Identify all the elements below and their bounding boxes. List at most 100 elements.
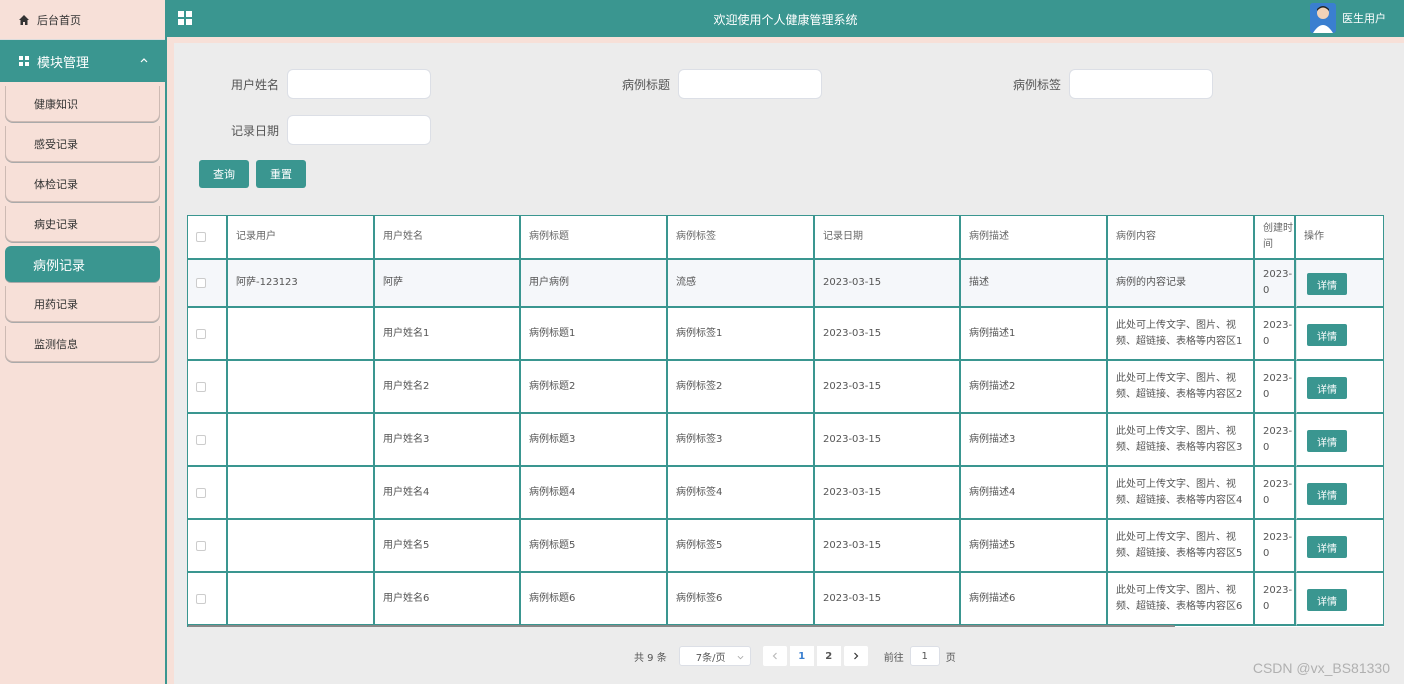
table-cell-name: 用户姓名5 <box>375 520 521 573</box>
table-cell-content: 此处可上传文字、图片、视频、超链接、表格等内容区4 <box>1108 467 1255 520</box>
sidebar-item[interactable]: 用药记录 <box>5 286 160 322</box>
row-checkbox[interactable] <box>196 381 206 392</box>
grid-icon <box>18 55 30 67</box>
row-select-cell <box>188 308 228 361</box>
table-cell-content: 此处可上传文字、图片、视频、超链接、表格等内容区1 <box>1108 308 1255 361</box>
table-cell-name: 用户姓名4 <box>375 467 521 520</box>
cell-text: 阿萨-123123 <box>236 277 298 288</box>
row-checkbox[interactable] <box>196 434 206 445</box>
record-date-input[interactable] <box>287 115 431 145</box>
sidebar-item[interactable]: 体检记录 <box>5 166 160 202</box>
chevron-left-icon <box>772 652 777 660</box>
cell-text: 用户病例 <box>529 277 569 288</box>
row-checkbox[interactable] <box>196 278 206 288</box>
column-header: 操作 <box>1296 216 1384 260</box>
table-cell-desc: 病例描述3 <box>961 414 1108 467</box>
cell-text: 流感 <box>676 277 696 288</box>
row-checkbox[interactable] <box>196 328 206 339</box>
reset-button[interactable]: 重置 <box>256 160 306 188</box>
sidebar-item[interactable]: 病史记录 <box>5 206 160 242</box>
table-cell-content: 此处可上传文字、图片、视频、超链接、表格等内容区6 <box>1108 573 1255 626</box>
cell-text: 病例标签6 <box>676 592 723 604</box>
row-checkbox[interactable] <box>196 487 206 498</box>
table-cell-user <box>228 467 375 520</box>
table-cell-tag: 病例标签5 <box>668 520 815 573</box>
table-cell-created: 2023-0 <box>1255 467 1296 520</box>
next-page-button[interactable] <box>843 646 868 666</box>
detail-button[interactable]: 详情 <box>1307 377 1347 399</box>
detail-button[interactable]: 详情 <box>1307 483 1347 505</box>
select-all-checkbox[interactable] <box>196 232 206 242</box>
top-header: 欢迎使用个人健康管理系统 医生用户 <box>167 0 1404 37</box>
table-cell-desc: 病例描述6 <box>961 573 1108 626</box>
table-cell-title: 病例标题2 <box>521 361 668 414</box>
page-size-select[interactable]: 7条/页 <box>678 646 751 666</box>
cell-text: 病例标题6 <box>529 592 576 604</box>
nav-home-label: 后台首页 <box>37 13 81 27</box>
sidebar-item[interactable]: 感受记录 <box>5 126 160 162</box>
column-header-label: 操作 <box>1304 231 1324 242</box>
cell-text: 病例标签3 <box>676 433 723 445</box>
column-header-label: 记录用户 <box>236 231 276 242</box>
nav-home[interactable]: 后台首页 <box>0 0 165 40</box>
goto-page-input[interactable]: 1 <box>909 646 940 666</box>
detail-button[interactable]: 详情 <box>1307 430 1347 452</box>
pagination: 共 9 条 7条/页 1 2 前往 1 页 <box>634 645 956 667</box>
row-select-cell <box>188 260 228 308</box>
cell-text: 2023-03-15 <box>823 592 882 604</box>
table-cell-date: 2023-03-15 <box>815 414 961 467</box>
detail-button[interactable]: 详情 <box>1307 324 1347 346</box>
table-cell-date: 2023-03-15 <box>815 520 961 573</box>
cell-text: 2023-03-15 <box>823 433 882 445</box>
cell-text: 病例描述4 <box>969 486 1016 498</box>
page-number-1[interactable]: 1 <box>789 646 814 666</box>
record-date-label: 记录日期 <box>231 124 280 138</box>
user-label: 医生用户 <box>1342 12 1386 25</box>
sidebar-item[interactable]: 监测信息 <box>5 326 160 362</box>
nav-group-label: 模块管理 <box>37 55 90 71</box>
header-select-cell <box>188 216 228 260</box>
table-cell-title: 用户病例 <box>521 260 668 308</box>
detail-button[interactable]: 详情 <box>1307 589 1347 611</box>
table-cell-created: 2023-0 <box>1255 414 1296 467</box>
cell-text: 病例描述3 <box>969 433 1016 445</box>
column-header: 病例标签 <box>668 216 815 260</box>
table-cell-desc: 病例描述1 <box>961 308 1108 361</box>
table-cell-name: 用户姓名1 <box>375 308 521 361</box>
column-header: 用户姓名 <box>375 216 521 260</box>
detail-button[interactable]: 详情 <box>1307 273 1347 295</box>
table-cell-name: 用户姓名2 <box>375 361 521 414</box>
table-cell-created: 2023-0 <box>1255 361 1296 414</box>
detail-button[interactable]: 详情 <box>1307 536 1347 558</box>
column-header-label: 用户姓名 <box>383 231 423 242</box>
table-cell-name: 阿萨 <box>375 260 521 308</box>
column-header-label: 病例内容 <box>1116 231 1156 242</box>
user-name-input[interactable] <box>287 69 431 99</box>
sidebar-item-label: 体检记录 <box>34 177 78 191</box>
table-horizontal-scrollbar[interactable] <box>188 625 1175 627</box>
prev-page-button[interactable] <box>762 646 787 666</box>
cell-text: 描述 <box>969 277 989 288</box>
row-checkbox[interactable] <box>196 540 206 551</box>
cell-text: 病例标题3 <box>529 433 576 445</box>
avatar <box>1310 3 1336 33</box>
table-cell-desc: 病例描述2 <box>961 361 1108 414</box>
table-cell-date: 2023-03-15 <box>815 361 961 414</box>
row-checkbox[interactable] <box>196 593 206 604</box>
data-table: 记录用户 用户姓名 病例标题 病例标签 记录日期 病例描述 病例内容 创建时间 操作 阿萨-123… <box>187 215 1384 627</box>
query-button[interactable]: 查询 <box>199 160 249 188</box>
case-tag-input[interactable] <box>1069 69 1213 99</box>
sidebar-item[interactable]: 健康知识 <box>5 86 160 122</box>
table-cell-desc: 描述 <box>961 260 1108 308</box>
case-tag-label: 病例标签 <box>1013 78 1062 92</box>
page-size-value: 7条/页 <box>695 652 726 664</box>
column-header: 病例标题 <box>521 216 668 260</box>
nav-group-module[interactable]: 模块管理 <box>0 40 165 82</box>
table-cell-created: 2023-0 <box>1255 260 1296 308</box>
user-menu[interactable]: 医生用户 <box>1310 3 1386 33</box>
sidebar-item[interactable]: 病例记录 <box>5 246 160 282</box>
cell-text: 2023-03-15 <box>823 539 882 551</box>
cell-text: 病例标题2 <box>529 380 576 392</box>
case-title-input[interactable] <box>678 69 822 99</box>
page-number-2[interactable]: 2 <box>816 646 841 666</box>
